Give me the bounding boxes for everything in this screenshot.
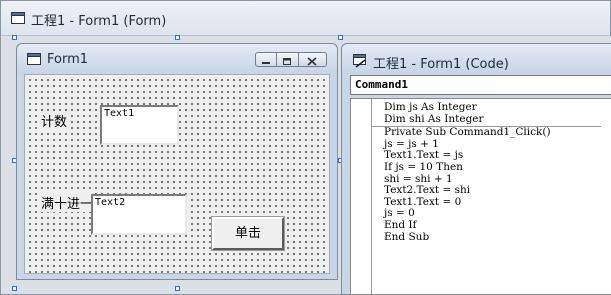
form1-window: Form1 计数 Text1 满十进一 Text2 单击 bbox=[16, 43, 338, 280]
code-lines: Dim js As Integer Dim shi As Integer Pri… bbox=[371, 101, 601, 243]
form1-client-area[interactable]: 计数 Text1 满十进一 Text2 单击 bbox=[24, 74, 330, 274]
code-line: Text2.Text = shi bbox=[384, 184, 471, 197]
caption-buttons bbox=[255, 52, 327, 68]
minimize-icon bbox=[262, 62, 270, 64]
code-window-icon bbox=[353, 54, 366, 68]
object-combo[interactable]: Command1 bbox=[350, 75, 611, 95]
designer-title: 工程1 - Form1 (Form) bbox=[31, 14, 167, 29]
close-icon bbox=[307, 57, 317, 66]
resize-handle[interactable] bbox=[338, 35, 343, 40]
form-window-icon bbox=[27, 53, 41, 65]
code-editor[interactable]: Dim js As Integer Dim shi As Integer Pri… bbox=[350, 98, 611, 295]
form1-title-bar[interactable]: Form1 bbox=[17, 44, 337, 74]
code-gutter bbox=[351, 99, 372, 294]
designer-title-bar[interactable]: 工程1 - Form1 (Form) bbox=[1, 1, 610, 36]
maximize-button[interactable] bbox=[277, 52, 299, 67]
form-window-icon bbox=[11, 12, 25, 24]
resize-handle[interactable] bbox=[175, 286, 180, 291]
code-line: End Sub bbox=[384, 230, 430, 243]
code-line: Dim shi As Integer bbox=[384, 112, 484, 125]
label-carry: 满十进一 bbox=[41, 193, 94, 212]
code-window-title: 工程1 - Form1 (Code) bbox=[373, 57, 509, 72]
command1-button[interactable]: 单击 bbox=[211, 216, 285, 251]
code-window: 工程1 - Form1 (Code) Command1 Dim js As In… bbox=[341, 43, 611, 295]
resize-handle[interactable] bbox=[12, 35, 17, 40]
maximize-icon bbox=[283, 58, 291, 65]
code-line: If js = 10 Then bbox=[384, 160, 463, 173]
text2-textbox[interactable]: Text2 bbox=[91, 194, 187, 235]
code-line: Dim js As Integer bbox=[384, 101, 477, 113]
text1-textbox[interactable]: Text1 bbox=[100, 105, 179, 145]
code-window-title-bar[interactable]: 工程1 - Form1 (Code) bbox=[342, 44, 611, 74]
minimize-button[interactable] bbox=[255, 52, 277, 67]
code-line: End If bbox=[384, 218, 417, 231]
label-count: 计数 bbox=[41, 111, 68, 130]
code-line: Text1.Text = 0 bbox=[384, 195, 462, 208]
form1-title: Form1 bbox=[47, 52, 89, 67]
close-button[interactable] bbox=[299, 52, 327, 67]
resize-handle[interactable] bbox=[12, 286, 17, 291]
resize-handle[interactable] bbox=[175, 35, 180, 40]
